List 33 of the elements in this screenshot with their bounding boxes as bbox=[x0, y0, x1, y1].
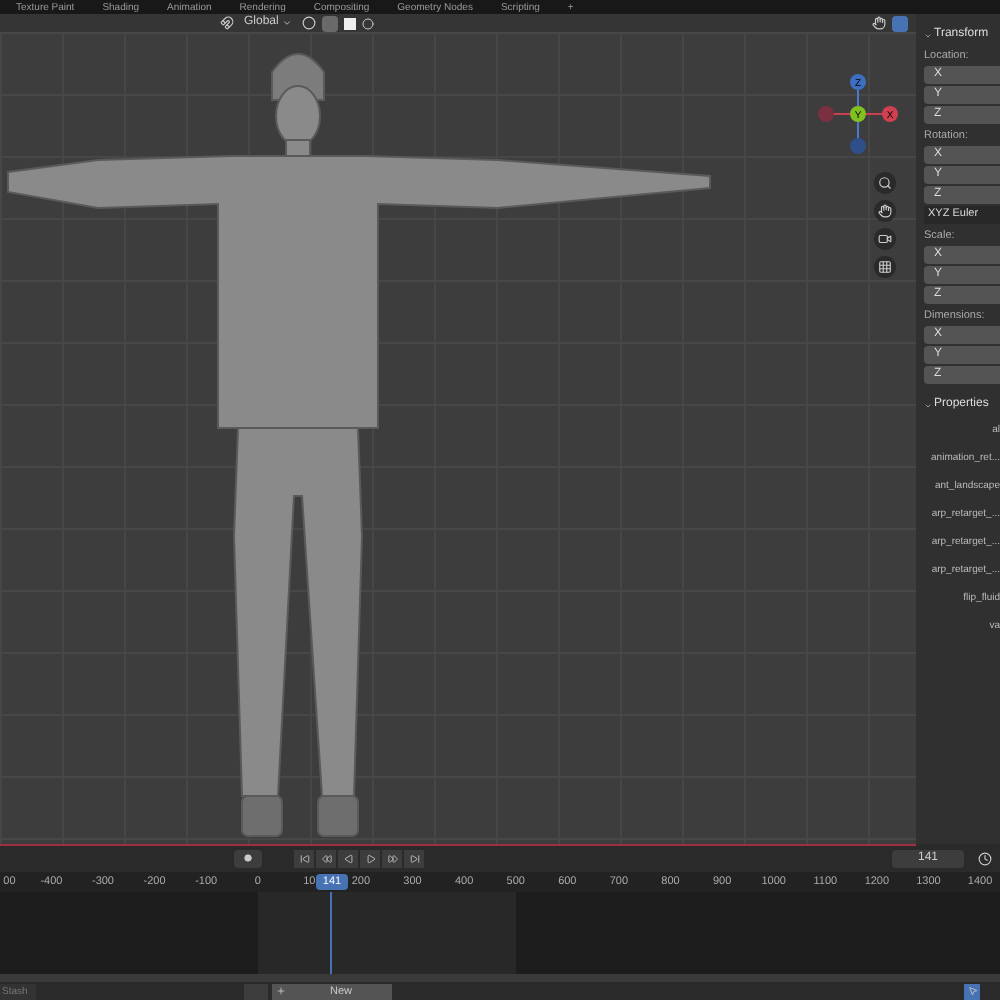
playback-icon bbox=[365, 853, 375, 863]
playback-button[interactable] bbox=[316, 849, 336, 867]
playhead-line bbox=[330, 892, 332, 974]
cursor-icon bbox=[967, 986, 977, 996]
playback-icon bbox=[387, 853, 397, 863]
record-button[interactable] bbox=[234, 849, 262, 867]
playback-button[interactable] bbox=[404, 849, 424, 867]
color-swatch[interactable] bbox=[344, 17, 357, 29]
camera-icon bbox=[878, 232, 892, 246]
snap-icon[interactable] bbox=[302, 16, 317, 30]
hand-icon bbox=[878, 204, 892, 218]
pan-button[interactable] bbox=[874, 200, 896, 222]
playback-icon bbox=[321, 853, 331, 863]
record-icon bbox=[244, 854, 252, 862]
zoom-button[interactable] bbox=[874, 172, 896, 194]
camera-button[interactable] bbox=[874, 228, 896, 250]
proportional-edit-icon[interactable] bbox=[362, 17, 375, 29]
zoom-icon bbox=[878, 176, 892, 190]
plus-icon bbox=[276, 986, 286, 996]
grid-button[interactable] bbox=[874, 256, 896, 278]
chevron-icon bbox=[282, 18, 293, 28]
playback-icon bbox=[299, 853, 309, 863]
clock-icon[interactable] bbox=[978, 851, 992, 865]
shading-toggle[interactable] bbox=[322, 15, 339, 31]
playback-icon bbox=[409, 853, 419, 863]
playback-button[interactable] bbox=[294, 849, 314, 867]
playback-button[interactable] bbox=[338, 849, 358, 867]
grid-icon bbox=[878, 260, 892, 274]
select-tool-button[interactable] bbox=[964, 983, 980, 999]
playback-icon bbox=[343, 853, 353, 863]
playback-button[interactable] bbox=[382, 849, 402, 867]
gizmo-toggle[interactable] bbox=[892, 15, 908, 31]
playback-button[interactable] bbox=[360, 849, 380, 867]
